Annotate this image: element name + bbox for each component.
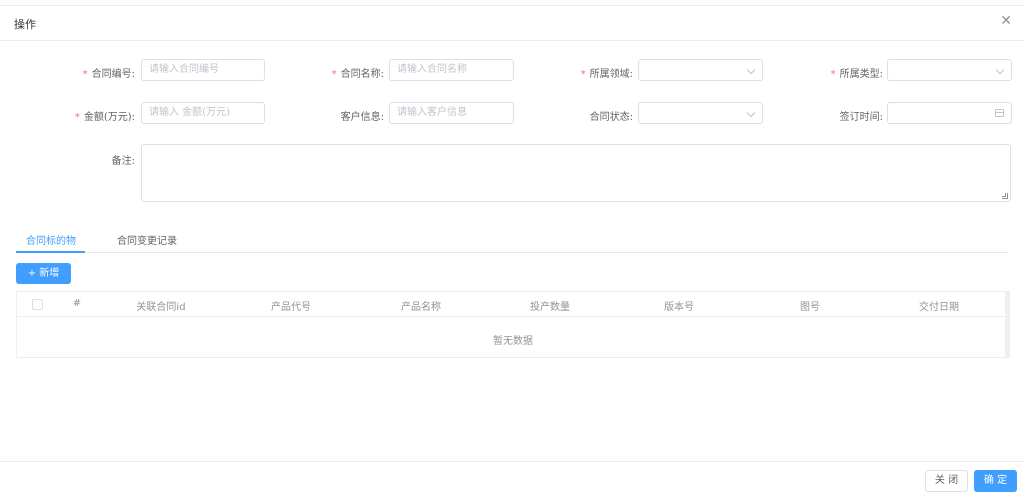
status-select[interactable] <box>638 102 763 124</box>
dialog-header: 操作 ✕ <box>0 5 1024 41</box>
close-icon[interactable]: ✕ <box>1000 14 1012 28</box>
calendar-icon <box>995 109 1004 117</box>
remark-label: 备注: <box>111 156 135 167</box>
column-header-product-name: 产品名称 <box>401 302 441 313</box>
table-header: # 关联合同id 产品代号 产品名称 投产数量 版本号 图号 交付日期 <box>17 292 1009 317</box>
data-table: # 关联合同id 产品代号 产品名称 投产数量 版本号 图号 交付日期 暂无数据 <box>16 291 1010 358</box>
customer-label: 客户信息: <box>340 112 384 123</box>
table-empty-text: 暂无数据 <box>493 336 533 347</box>
chevron-down-icon <box>995 65 1005 75</box>
resize-handle-icon[interactable] <box>1002 193 1008 199</box>
remark-textarea[interactable] <box>141 144 1011 202</box>
chevron-down-icon <box>746 65 756 75</box>
column-header-drawing-no: 图号 <box>800 302 820 313</box>
contract-name-label: * 合同名称: <box>331 69 384 80</box>
sign-date-label: 签订时间: <box>839 112 883 123</box>
type-label: * 所属类型: <box>830 69 883 80</box>
dialog-title: 操作 <box>14 18 36 31</box>
chevron-down-icon <box>746 108 756 118</box>
contract-no-label: * 合同编号: <box>82 69 135 80</box>
required-mark: * <box>82 69 88 80</box>
required-mark: * <box>580 69 586 80</box>
dialog: 操作 ✕ * 合同编号: 请输入合同编号 * 合同名称: 请输入合同名称 * 所属领域… <box>0 0 1024 494</box>
required-mark: * <box>331 69 337 80</box>
sign-date-picker[interactable] <box>887 102 1012 124</box>
amount-label: * 金额(万元): <box>74 112 135 123</box>
select-all-checkbox[interactable] <box>32 299 43 310</box>
dialog-footer: 关 闭 确 定 <box>0 461 1024 494</box>
add-button[interactable]: + 新增 <box>16 263 71 284</box>
column-header-index: # <box>72 298 82 309</box>
column-header-delivery-date: 交付日期 <box>919 302 959 313</box>
column-header-contract-id: 关联合同id <box>136 302 186 313</box>
column-header-version: 版本号 <box>664 302 694 313</box>
confirm-button[interactable]: 确 定 <box>974 470 1017 492</box>
column-header-quantity: 投产数量 <box>530 302 570 313</box>
required-mark: * <box>830 69 836 80</box>
active-tab-indicator <box>16 251 85 253</box>
close-button[interactable]: 关 闭 <box>925 470 968 492</box>
column-header-product-code: 产品代号 <box>271 302 311 313</box>
type-select[interactable] <box>887 59 1012 81</box>
status-label: 合同状态: <box>589 112 633 123</box>
contract-no-input[interactable]: 请输入合同编号 <box>141 59 265 81</box>
required-mark: * <box>74 112 80 123</box>
tab-contract-subject[interactable]: 合同标的物 <box>26 232 76 247</box>
tabs-bar: 合同标的物 合同变更记录 <box>16 228 1008 253</box>
amount-input[interactable]: 请输入 金额(万元) <box>141 102 265 124</box>
contract-name-input[interactable]: 请输入合同名称 <box>389 59 514 81</box>
domain-label: * 所属领域: <box>580 69 633 80</box>
domain-select[interactable] <box>638 59 763 81</box>
tab-contract-change-log[interactable]: 合同变更记录 <box>117 232 177 247</box>
table-scrollbar[interactable] <box>1005 292 1009 357</box>
customer-input[interactable]: 请输入客户信息 <box>389 102 514 124</box>
